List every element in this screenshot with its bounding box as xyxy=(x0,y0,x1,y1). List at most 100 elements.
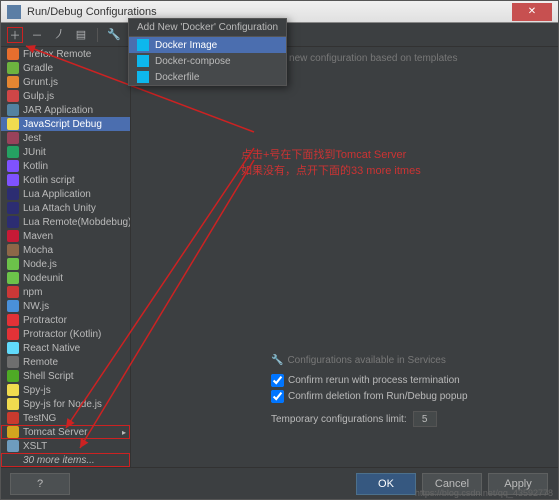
popup-label: Docker Image xyxy=(155,40,217,51)
config-item[interactable]: JAR Application xyxy=(1,103,130,117)
config-item[interactable]: Mocha xyxy=(1,243,130,257)
config-item[interactable]: Maven xyxy=(1,229,130,243)
react-icon xyxy=(7,342,19,354)
config-item[interactable]: React Native xyxy=(1,341,130,355)
confirm-delete-checkbox[interactable] xyxy=(271,390,284,403)
junit-icon xyxy=(7,146,19,158)
config-label: JAR Application xyxy=(23,105,93,116)
config-item[interactable]: Tomcat Server▸ xyxy=(1,425,130,439)
config-item[interactable]: JavaScript Debug xyxy=(1,117,130,131)
config-label: Grunt.js xyxy=(23,77,58,88)
config-item[interactable]: Protractor xyxy=(1,313,130,327)
config-label: Spy-js for Node.js xyxy=(23,399,102,410)
config-label: Nodeunit xyxy=(23,273,63,284)
config-item[interactable]: NW.js xyxy=(1,299,130,313)
config-item[interactable]: XSLT xyxy=(1,439,130,453)
config-item[interactable]: Lua Application xyxy=(1,187,130,201)
node-icon xyxy=(7,272,19,284)
lua-icon xyxy=(7,216,19,228)
config-item[interactable]: Gradle xyxy=(1,61,130,75)
spy-icon xyxy=(7,398,19,410)
config-item[interactable]: Kotlin script xyxy=(1,173,130,187)
confirm-rerun-checkbox[interactable] xyxy=(271,374,284,387)
config-item[interactable]: npm xyxy=(1,285,130,299)
config-item[interactable]: Grunt.js xyxy=(1,75,130,89)
popup-item[interactable]: Dockerfile xyxy=(129,69,286,85)
config-item[interactable]: Lua Remote(Mobdebug) xyxy=(1,215,130,229)
lua-icon xyxy=(7,188,19,200)
mocha-icon xyxy=(7,244,19,256)
config-item[interactable]: Kotlin xyxy=(1,159,130,173)
dialog-title: Run/Debug Configurations xyxy=(27,6,157,18)
config-label: Jest xyxy=(23,133,41,144)
testng-icon xyxy=(7,412,19,424)
config-label: JavaScript Debug xyxy=(23,119,102,130)
grunt-icon xyxy=(7,76,19,88)
popup-item[interactable]: Docker-compose xyxy=(129,53,286,69)
nw-icon xyxy=(7,300,19,312)
close-button[interactable]: ✕ xyxy=(512,3,552,21)
config-item[interactable]: Remote xyxy=(1,355,130,369)
temp-limit-row: Temporary configurations limit: xyxy=(271,411,548,427)
config-label: npm xyxy=(23,287,42,298)
config-label: Node.js xyxy=(23,259,57,270)
popup-item[interactable]: Docker Image xyxy=(129,37,286,53)
node-icon xyxy=(7,258,19,270)
annotation-text: 点击+号在下面找到Tomcat Server 如果没有，点开下面的33 more… xyxy=(241,147,421,179)
popup-label: Dockerfile xyxy=(155,72,199,83)
config-label: Firefox Remote xyxy=(23,49,91,60)
copy-button[interactable]: ⵰ xyxy=(51,27,67,43)
config-item[interactable]: Spy-js for Node.js xyxy=(1,397,130,411)
bottom-settings: 🔧 Configurations available in Services C… xyxy=(271,355,548,427)
wrench-icon[interactable]: 🔧 xyxy=(106,27,122,43)
temp-limit-input[interactable] xyxy=(413,411,437,427)
config-item[interactable]: Node.js xyxy=(1,257,130,271)
separator xyxy=(97,28,98,42)
config-item[interactable]: Gulp.js xyxy=(1,89,130,103)
watermark: https://blog.csdn.net/qq_43592778 xyxy=(415,488,553,498)
confirm-rerun-row[interactable]: Confirm rerun with process termination xyxy=(271,374,548,387)
protractor-icon xyxy=(7,314,19,326)
config-item[interactable]: Shell Script xyxy=(1,369,130,383)
wrench-icon: 🔧 xyxy=(271,355,283,366)
run-debug-dialog: Run/Debug Configurations ✕ ＋ － ⵰ ▤ 🔧 ▴ ▾… xyxy=(0,0,559,500)
app-icon xyxy=(7,5,21,19)
config-label: 30 more items... xyxy=(23,455,95,466)
remove-button[interactable]: － xyxy=(29,27,45,43)
kotlin-icon xyxy=(7,160,19,172)
popup-label: Docker-compose xyxy=(155,56,231,67)
lua-icon xyxy=(7,202,19,214)
config-item[interactable]: Protractor (Kotlin) xyxy=(1,327,130,341)
confirm-delete-row[interactable]: Confirm deletion from Run/Debug popup xyxy=(271,390,548,403)
config-label: XSLT xyxy=(23,441,47,452)
config-item[interactable]: Lua Attach Unity xyxy=(1,201,130,215)
config-item[interactable]: Spy-js xyxy=(1,383,130,397)
save-button[interactable]: ▤ xyxy=(73,27,89,43)
docker-icon xyxy=(137,71,149,83)
npm-icon xyxy=(7,286,19,298)
services-hint: 🔧 Configurations available in Services xyxy=(271,355,548,366)
docker-icon xyxy=(137,39,149,51)
help-button[interactable]: ? xyxy=(10,473,70,495)
maven-icon xyxy=(7,230,19,242)
config-item[interactable]: Jest xyxy=(1,131,130,145)
config-item[interactable]: 30 more items... xyxy=(1,453,130,467)
config-label: Spy-js xyxy=(23,385,51,396)
blank-icon xyxy=(7,454,19,466)
config-item[interactable]: Firefox Remote xyxy=(1,47,130,61)
gulp-icon xyxy=(7,90,19,102)
config-label: Maven xyxy=(23,231,53,242)
config-item[interactable]: TestNG xyxy=(1,411,130,425)
config-label: JUnit xyxy=(23,147,46,158)
popup-title: Add New 'Docker' Configuration xyxy=(129,19,286,37)
content-area: Firefox RemoteGradle Grunt.jsGulp.js JAR A… xyxy=(1,47,558,467)
config-label: Lua Remote(Mobdebug) xyxy=(23,217,130,228)
ok-button[interactable]: OK xyxy=(356,473,416,495)
docker-icon xyxy=(137,55,149,67)
config-item[interactable]: Nodeunit xyxy=(1,271,130,285)
chevron-right-icon: ▸ xyxy=(122,428,126,437)
right-panel: to create a new configuration based on t… xyxy=(131,47,558,467)
config-label: Lua Application xyxy=(23,189,91,200)
config-item[interactable]: JUnit xyxy=(1,145,130,159)
add-button[interactable]: ＋ xyxy=(7,27,23,43)
